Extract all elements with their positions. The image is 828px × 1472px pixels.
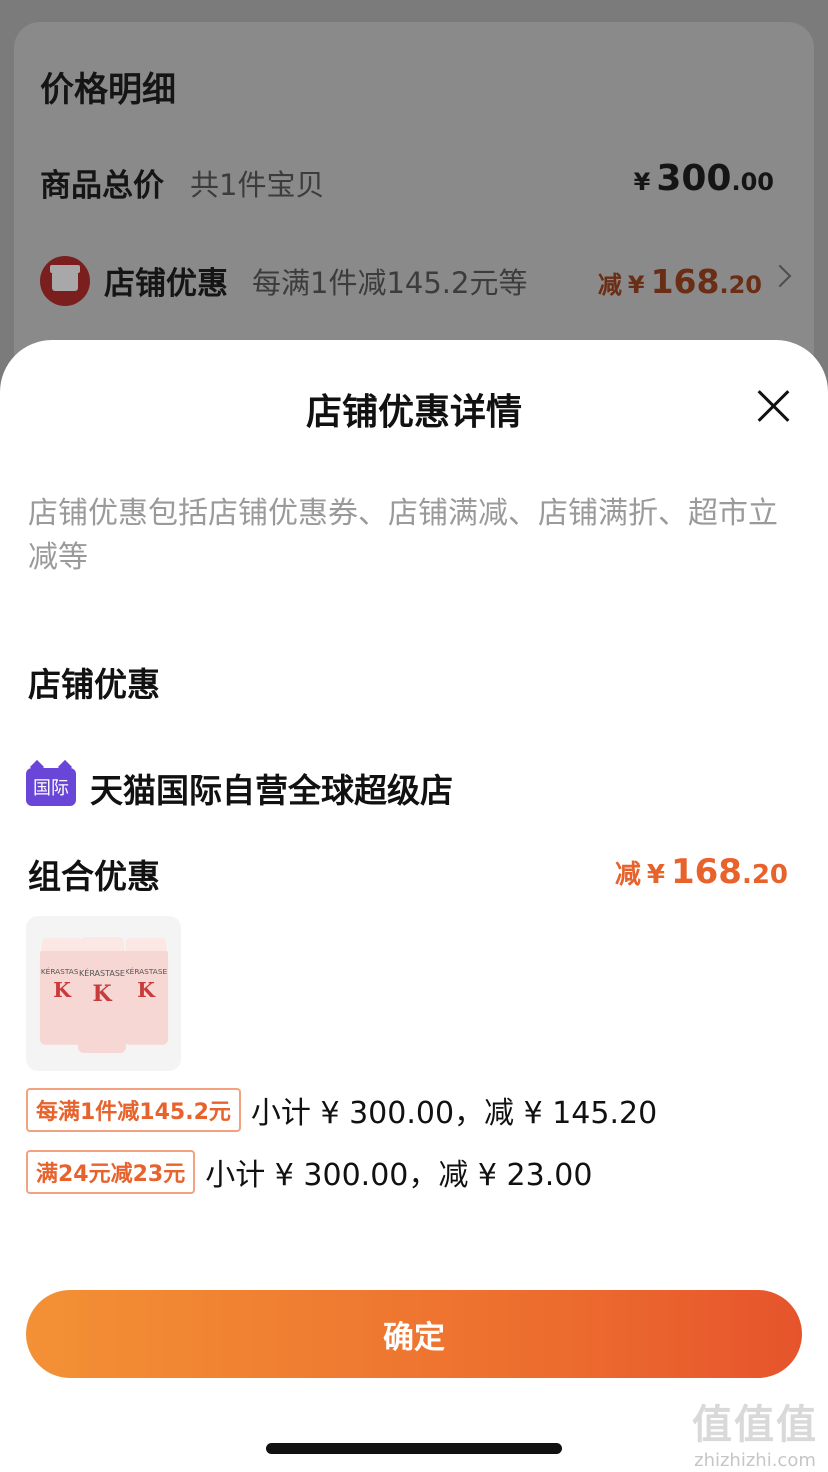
shop-icon: [40, 256, 90, 306]
goods-total-price: ¥300.00: [633, 158, 774, 199]
store-name: 天猫国际自营全球超级店: [90, 771, 453, 810]
shop-discount-sub: 每满1件减145.2元等: [252, 266, 528, 300]
product-thumbnail[interactable]: KÉRASTASE K KÉRASTASE K KÉRASTASE K: [26, 916, 181, 1071]
promo-tag: 满24元减23元: [26, 1150, 196, 1194]
promo-row: 每满1件减145.2元 小计 ¥ 300.00，减 ¥ 145.20: [26, 1088, 657, 1132]
shop-discount-amount[interactable]: 减 ¥168.20: [598, 262, 762, 301]
product-bottle: KÉRASTASE K: [78, 937, 126, 1053]
promo-subtotal: 小计 ¥ 300.00，减 ¥ 23.00: [205, 1158, 593, 1193]
discount-description: 店铺优惠包括店铺优惠券、店铺满减、店铺满折、超市立减等: [28, 496, 778, 575]
home-indicator[interactable]: [266, 1443, 562, 1454]
tmall-badge-text: 国际: [33, 778, 69, 799]
promo-subtotal: 小计 ¥ 300.00，减 ¥ 145.20: [250, 1096, 658, 1131]
close-icon[interactable]: [756, 388, 792, 424]
tmall-global-icon: 国际: [26, 768, 76, 806]
shop-discount-label[interactable]: 店铺优惠: [104, 258, 228, 303]
promo-row: 满24元减23元 小计 ¥ 300.00，减 ¥ 23.00: [26, 1150, 592, 1194]
sheet-title: 店铺优惠详情: [305, 392, 522, 433]
goods-total-label: 商品总价: [40, 168, 164, 204]
section-title: 店铺优惠: [28, 665, 160, 704]
price-detail-title: 价格明细: [40, 70, 176, 110]
goods-count: 共1件宝贝: [190, 168, 325, 202]
confirm-button[interactable]: 确定: [26, 1290, 802, 1378]
product-bottle: KÉRASTASE K: [123, 938, 169, 1045]
watermark: 值值值 zhizhizhi.com: [692, 1402, 818, 1471]
promo-tag: 每满1件减145.2元: [26, 1088, 241, 1132]
combo-discount-amount: 减 ¥168.20: [614, 852, 788, 892]
combo-title: 组合优惠: [28, 857, 160, 896]
shop-discount-sheet: 店铺优惠详情 店铺优惠包括店铺优惠券、店铺满减、店铺满折、超市立减等 店铺优惠 …: [0, 340, 828, 1472]
